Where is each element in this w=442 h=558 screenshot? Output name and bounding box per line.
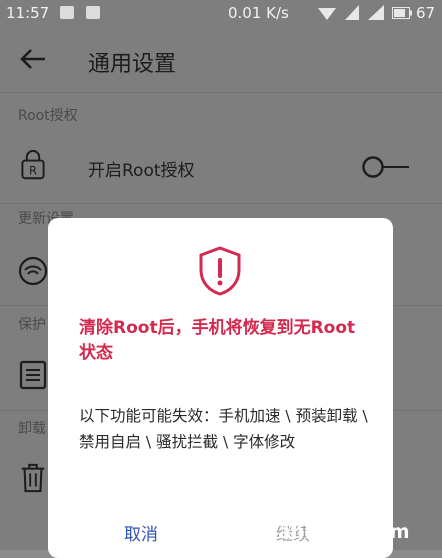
shield-warning-icon xyxy=(199,246,241,296)
mail-notification-icon xyxy=(86,6,100,19)
trash-icon xyxy=(21,463,45,493)
wifi-icon xyxy=(318,8,336,20)
list-document-icon xyxy=(19,360,47,390)
lock-r-icon: R xyxy=(21,150,45,180)
battery-icon xyxy=(392,7,412,19)
clear-root-dialog: 清除Root后，手机将恢复到无Root状态 以下功能可能失效：手机加速 \ 预装… xyxy=(48,218,393,558)
root-toggle-switch[interactable] xyxy=(362,156,410,178)
network-speed: 0.01 K/s xyxy=(228,4,289,22)
update-wifi-icon xyxy=(18,256,48,286)
section-uninstall-header: 卸载 xyxy=(18,421,46,437)
image-notification-icon xyxy=(60,6,74,19)
status-time: 11:57 xyxy=(6,4,50,22)
watermark: sichuanhong.com xyxy=(222,521,410,543)
svg-text:R: R xyxy=(29,164,37,178)
page-title: 通用设置 xyxy=(88,52,177,77)
cancel-button[interactable]: 取消 xyxy=(124,520,158,545)
dialog-body-text: 以下功能可能失效：手机加速 \ 预装卸载 \ 禁用自启 \ 骚扰拦截 \ 字体修… xyxy=(79,407,368,451)
status-bar: 11:57 0.01 K/s 67 xyxy=(0,0,442,26)
divider xyxy=(0,203,442,204)
divider xyxy=(0,92,442,93)
back-arrow-icon[interactable] xyxy=(20,48,46,70)
app-bar: 通用设置 xyxy=(0,26,442,92)
signal-icon-2 xyxy=(368,5,384,20)
signal-icon xyxy=(345,5,359,20)
section-root-header: Root授权 xyxy=(18,108,78,124)
dialog-warning-title: 清除Root后，手机将恢复到无Root状态 xyxy=(79,318,356,363)
battery-level: 67 xyxy=(416,4,436,22)
section-protect-header: 保护 xyxy=(18,317,46,333)
root-toggle-label: 开启Root授权 xyxy=(88,161,195,181)
